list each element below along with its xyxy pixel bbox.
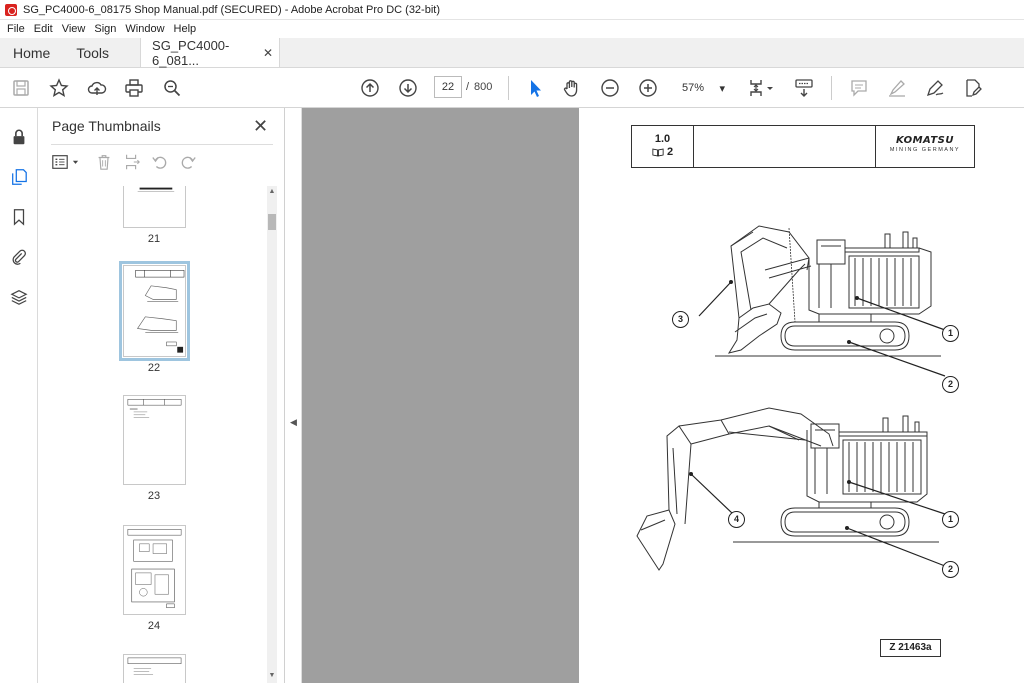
tab-home[interactable]: Home (0, 38, 63, 67)
thumbnail-page[interactable] (123, 186, 186, 228)
save-icon[interactable] (10, 77, 32, 99)
header-section-cell: 1.0 2 (632, 126, 694, 167)
panel-divider (51, 144, 273, 145)
callout-1-upper: 1 (942, 325, 959, 342)
keyboard-tools-icon[interactable] (793, 77, 815, 99)
tab-document-label: SG_PC4000-6_081... (152, 37, 230, 68)
attachment-icon[interactable] (8, 246, 30, 268)
rotate-counterclockwise-icon[interactable] (151, 153, 169, 171)
edit-pdf-icon[interactable] (962, 77, 984, 99)
figure-reference: Z 21463a (880, 639, 941, 657)
thumbnail-page[interactable] (123, 525, 186, 615)
cloud-upload-icon[interactable] (86, 77, 108, 99)
panel-title: Page Thumbnails (52, 118, 161, 134)
thumbnail-page[interactable] (123, 654, 186, 683)
tab-bar: Home Tools SG_PC4000-6_081... ✕ (0, 38, 1024, 68)
bookmark-icon[interactable] (8, 206, 30, 228)
callout-1-lower: 1 (942, 511, 959, 528)
page-thumbnails-panel: Page Thumbnails ✕ 21 22 23 24 ▲ ▼ (39, 108, 285, 683)
layers-icon[interactable] (8, 286, 30, 308)
komatsu-logo-subtitle: MINING GERMANY (889, 147, 961, 153)
highlight-pen-icon[interactable] (886, 77, 908, 99)
panel-splitter[interactable]: ◀ (285, 108, 302, 683)
section-number: 1.0 (654, 133, 671, 145)
scroll-down-arrow[interactable]: ▼ (267, 672, 277, 679)
zoom-level-dropdown[interactable]: 57% ▾ (676, 77, 728, 99)
acrobat-app-icon (5, 3, 17, 16)
toolbar-divider (831, 76, 832, 100)
callout-2-upper: 2 (942, 376, 959, 393)
collapse-panel-icon[interactable]: ◀ (290, 417, 297, 428)
zoom-search-icon[interactable] (161, 77, 183, 99)
toolbar-divider (508, 76, 509, 100)
title-bar: SG_PC4000-6_08175 Shop Manual.pdf (SECUR… (0, 0, 1024, 20)
tab-tools[interactable]: Tools (63, 38, 122, 67)
rotate-clockwise-icon[interactable] (179, 153, 197, 171)
window-title: SG_PC4000-6_08175 Shop Manual.pdf (SECUR… (23, 3, 440, 16)
thumbnail-page-number: 23 (147, 490, 161, 502)
header-logo-cell: KOMATSU MINING GERMANY (875, 126, 974, 167)
menu-edit[interactable]: Edit (34, 23, 53, 35)
thumbnail-page-number: 22 (147, 362, 161, 374)
zoom-out-icon[interactable] (599, 77, 621, 99)
menu-file[interactable]: File (7, 23, 25, 35)
callout-2-lower: 2 (942, 561, 959, 578)
menu-help[interactable]: Help (174, 23, 197, 35)
page-separator: / (466, 81, 470, 93)
left-rail (0, 108, 38, 683)
backhoe-drawing (636, 407, 946, 571)
panel-toolbar (51, 150, 197, 174)
book-icon (652, 148, 664, 157)
callout-3-upper: 3 (672, 311, 689, 328)
delete-page-icon[interactable] (95, 153, 113, 171)
page-number-input[interactable]: 22 (434, 76, 462, 98)
menu-bar: File Edit View Sign Window Help (0, 20, 1024, 38)
book-reference: 2 (632, 146, 693, 159)
document-background (302, 108, 579, 683)
thumbnails-list: 21 22 23 24 (39, 186, 267, 683)
menu-window[interactable]: Window (125, 23, 164, 35)
callout-4-lower: 4 (728, 511, 745, 528)
thumbnail-page[interactable] (123, 395, 186, 485)
sign-pen-icon[interactable] (924, 77, 946, 99)
menu-view[interactable]: View (62, 23, 86, 35)
thumbnail-page-number: 24 (147, 620, 161, 632)
print-icon[interactable] (123, 77, 145, 99)
book-number: 2 (666, 146, 674, 158)
menu-sign[interactable]: Sign (94, 23, 116, 35)
thumbnails-scrollbar[interactable]: ▲ ▼ (267, 186, 277, 683)
hand-tool-icon[interactable] (561, 77, 583, 99)
thumbnail-page-selected[interactable] (119, 261, 190, 361)
panel-close-button[interactable]: ✕ (253, 116, 268, 137)
total-pages: 800 (474, 81, 493, 93)
scroll-up-arrow[interactable]: ▲ (267, 188, 277, 195)
lock-icon[interactable] (8, 126, 30, 148)
page-thumbnails-icon[interactable] (8, 166, 30, 188)
thumbnail-options-icon[interactable] (51, 153, 79, 171)
comment-icon[interactable] (848, 77, 870, 99)
chevron-down-icon: ▾ (719, 82, 725, 95)
page-header-table: 1.0 2 KOMATSU MINING GERMANY (631, 125, 975, 168)
next-page-button[interactable] (397, 77, 419, 99)
extract-page-icon[interactable] (123, 153, 141, 171)
tab-close-button[interactable]: ✕ (263, 46, 273, 60)
pdf-page: 1.0 2 KOMATSU MINING GERMANY 3 1 2 4 1 2… (579, 108, 1024, 683)
zoom-level-value: 57% (682, 82, 705, 94)
select-cursor-icon[interactable] (524, 77, 546, 99)
page-fit-icon[interactable] (746, 77, 776, 99)
scrollbar-thumb[interactable] (268, 214, 276, 230)
zoom-in-icon[interactable] (637, 77, 659, 99)
tab-document[interactable]: SG_PC4000-6_081... ✕ (140, 37, 281, 68)
komatsu-logo: KOMATSU (896, 135, 954, 146)
main-toolbar: 22 / 800 57% ▾ (0, 68, 1024, 108)
star-icon[interactable] (48, 77, 70, 99)
previous-page-button[interactable] (359, 77, 381, 99)
front-shovel-drawing (698, 225, 946, 377)
thumbnail-page-number: 21 (147, 233, 161, 245)
